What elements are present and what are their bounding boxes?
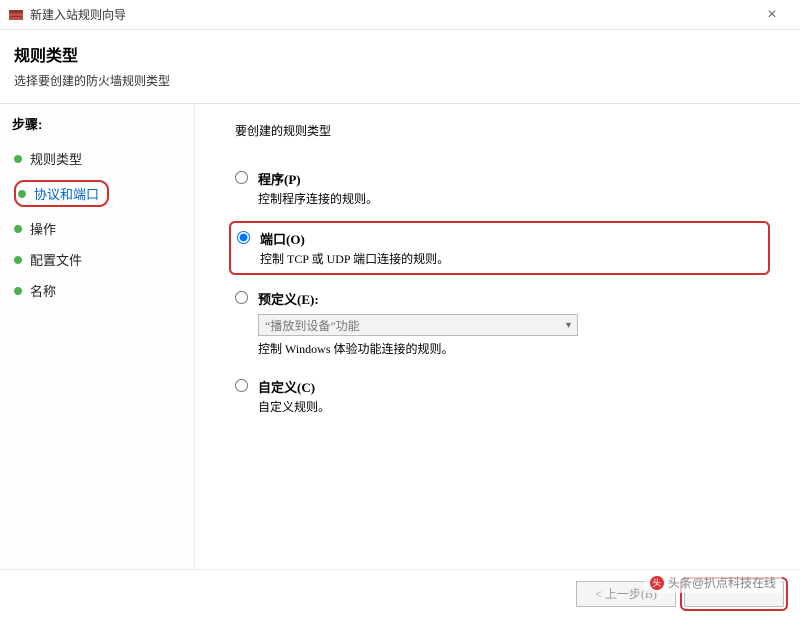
option-desc: 控制程序连接的规则。 [258, 190, 770, 207]
titlebar: 新建入站规则向导 × [0, 0, 800, 30]
step-label: 协议和端口 [34, 184, 99, 203]
step-action[interactable]: 操作 [12, 213, 182, 244]
bullet-icon [14, 225, 22, 233]
watermark: 头 头条@扒点科技在线 [644, 572, 782, 593]
radio-predefined[interactable] [235, 291, 248, 304]
wizard-header: 规则类型 选择要创建的防火墙规则类型 [0, 30, 800, 104]
bullet-icon [14, 155, 22, 163]
step-protocol-port[interactable]: 协议和端口 [12, 174, 182, 213]
chevron-down-icon: ▾ [566, 320, 571, 331]
option-label: 程序(P) [258, 169, 770, 188]
option-desc: 自定义规则。 [258, 398, 770, 415]
option-port[interactable]: 端口(O) 控制 TCP 或 UDP 端口连接的规则。 [229, 221, 770, 275]
bullet-icon [14, 256, 22, 264]
radio-port[interactable] [237, 231, 250, 244]
option-program[interactable]: 程序(P) 控制程序连接的规则。 [235, 169, 770, 207]
option-custom[interactable]: 自定义(C) 自定义规则。 [235, 377, 770, 415]
dropdown-value: “播放到设备”功能 [265, 317, 566, 334]
step-name[interactable]: 名称 [12, 275, 182, 306]
window-title: 新建入站规则向导 [30, 6, 752, 23]
content-heading: 要创建的规则类型 [235, 122, 770, 139]
option-label: 预定义(E): [258, 289, 770, 308]
step-label: 配置文件 [30, 250, 82, 269]
page-title: 规则类型 [14, 42, 786, 66]
option-desc: 控制 TCP 或 UDP 端口连接的规则。 [260, 250, 758, 267]
close-button[interactable]: × [752, 6, 792, 24]
step-profile[interactable]: 配置文件 [12, 244, 182, 275]
step-rule-type[interactable]: 规则类型 [12, 143, 182, 174]
bullet-icon [18, 190, 26, 198]
watermark-icon: 头 [650, 576, 664, 590]
radio-program[interactable] [235, 171, 248, 184]
radio-custom[interactable] [235, 379, 248, 392]
steps-sidebar: 步骤: 规则类型 协议和端口 操作 配置文件 名称 [0, 104, 195, 569]
option-predefined[interactable]: 预定义(E): “播放到设备”功能 ▾ 控制 Windows 体验功能连接的规则… [235, 289, 770, 357]
wizard-content: 要创建的规则类型 程序(P) 控制程序连接的规则。 端口(O) 控制 TCP 或… [195, 104, 800, 569]
steps-heading: 步骤: [12, 114, 182, 133]
firewall-icon [8, 7, 24, 23]
bullet-icon [14, 287, 22, 295]
option-desc: 控制 Windows 体验功能连接的规则。 [258, 340, 770, 357]
step-label: 操作 [30, 219, 56, 238]
step-label: 名称 [30, 281, 56, 300]
step-label: 规则类型 [30, 149, 82, 168]
predefined-dropdown[interactable]: “播放到设备”功能 ▾ [258, 314, 578, 336]
page-subtitle: 选择要创建的防火墙规则类型 [14, 72, 786, 89]
option-label: 自定义(C) [258, 377, 770, 396]
option-label: 端口(O) [260, 229, 758, 248]
watermark-text: 头条@扒点科技在线 [668, 574, 776, 591]
